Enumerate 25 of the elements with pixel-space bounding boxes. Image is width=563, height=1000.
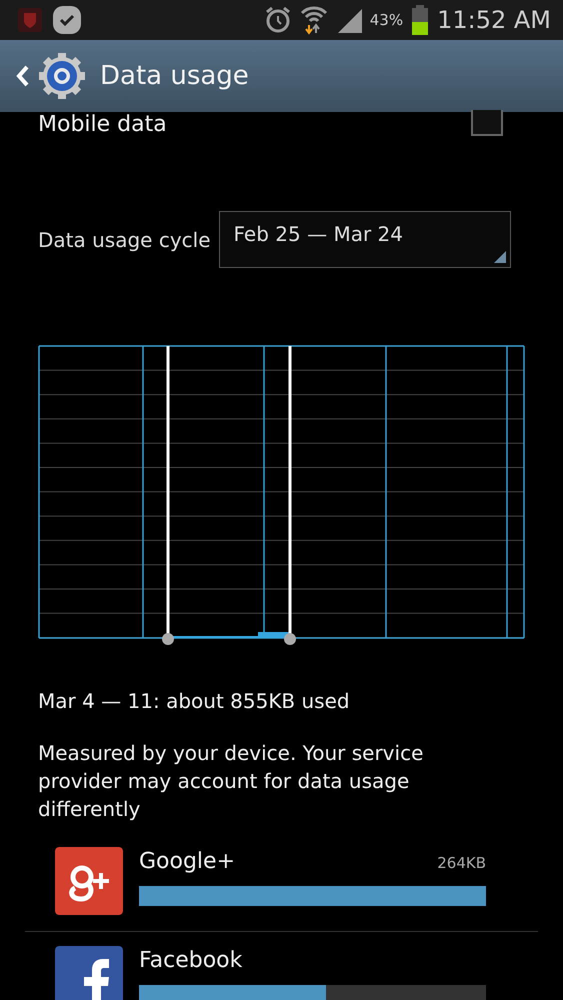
usage-summary: Mar 4 — 11: about 855KB used bbox=[37, 688, 351, 713]
gear-icon bbox=[38, 52, 86, 100]
range-handle[interactable] bbox=[284, 346, 296, 645]
cycle-label: Data usage cycle bbox=[38, 228, 211, 252]
alarm-icon bbox=[264, 6, 292, 34]
check-icon bbox=[52, 5, 82, 35]
cycle-dropdown[interactable]: Feb 25 — Mar 24 bbox=[218, 211, 511, 268]
dropdown-corner-icon bbox=[494, 251, 506, 263]
screen-title: Data usage bbox=[100, 61, 249, 91]
app-name: Facebook bbox=[139, 948, 242, 973]
usage-amount: 264KB bbox=[437, 854, 486, 872]
wifi-icon bbox=[300, 5, 328, 35]
battery-percent: 43% bbox=[370, 11, 404, 29]
facebook-icon bbox=[55, 946, 123, 1000]
checkbox[interactable] bbox=[471, 110, 503, 136]
mobile-data-label: Mobile data bbox=[38, 112, 167, 136]
signal-icon bbox=[336, 7, 362, 33]
measurement-note: Measured by your device. Your service provider may account for data usage differently bbox=[37, 740, 424, 823]
back-icon bbox=[16, 65, 30, 87]
app-name: Google+ bbox=[139, 849, 236, 874]
clock: 11:52 AM bbox=[437, 6, 551, 34]
range-handle[interactable] bbox=[162, 346, 174, 645]
shield-icon bbox=[16, 6, 44, 34]
google-plus-icon bbox=[55, 847, 123, 915]
battery-icon bbox=[411, 5, 430, 35]
